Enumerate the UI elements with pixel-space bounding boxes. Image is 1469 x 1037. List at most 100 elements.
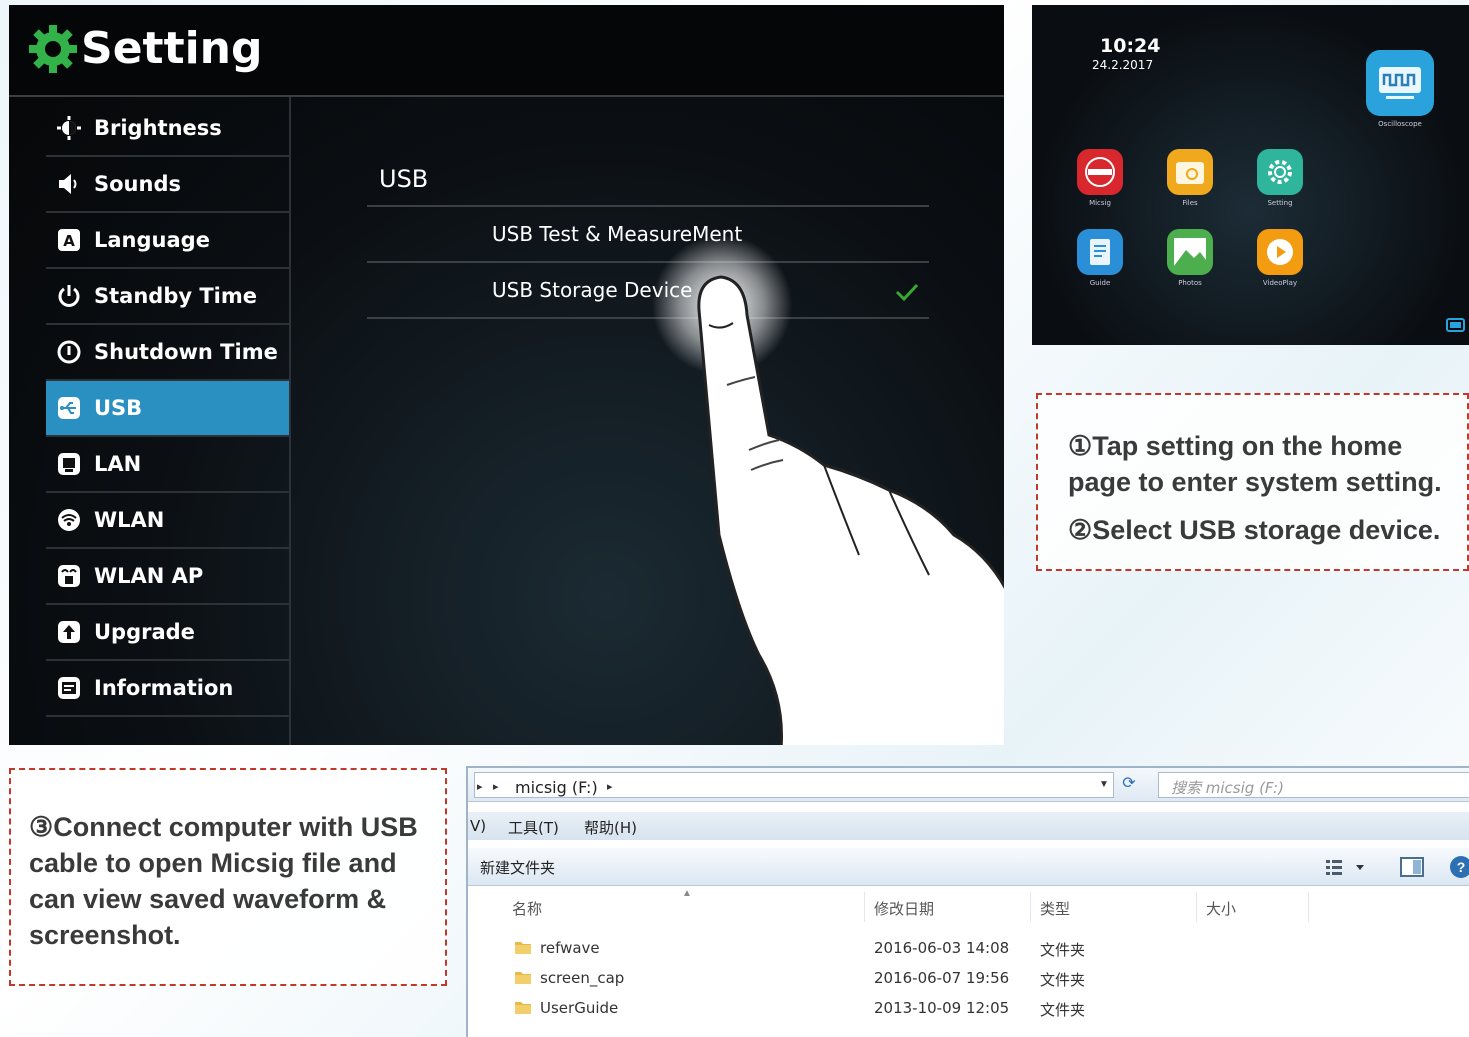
column-separator[interactable] xyxy=(864,892,865,922)
menu-item-information[interactable]: Information xyxy=(46,661,290,717)
menu-item-usb[interactable]: USB xyxy=(46,381,290,437)
file-name: UserGuide xyxy=(540,999,619,1017)
column-modified[interactable]: 修改日期 xyxy=(874,898,934,919)
chevron-down-icon[interactable]: ▼ xyxy=(1099,779,1109,790)
app-videoplay[interactable]: VideoPlay xyxy=(1250,229,1310,287)
power-icon xyxy=(58,285,80,307)
chevron-right-icon[interactable]: ▸ xyxy=(607,780,613,793)
toolbar: 新建文件夹 ? xyxy=(468,848,1469,886)
menu-label: Shutdown Time xyxy=(94,340,278,364)
menu-item-standby-time[interactable]: Standby Time xyxy=(46,269,290,325)
help-icon[interactable]: ? xyxy=(1450,856,1469,878)
speaker-icon xyxy=(59,174,77,194)
menu-label: WLAN AP xyxy=(94,564,204,588)
app-label: Guide xyxy=(1089,279,1111,287)
menu-item-shutdown-time[interactable]: Shutdown Time xyxy=(46,325,290,381)
refresh-icon[interactable]: ⟳ xyxy=(1116,772,1142,798)
instruction-box-step-3: ③Connect computer with USB cable to open… xyxy=(9,768,447,986)
file-type: 文件夹 xyxy=(1040,1001,1086,1019)
divider xyxy=(289,97,291,745)
instruction-step2: ②Select USB storage device. xyxy=(1068,515,1441,545)
clock-date: 24.2.2017 xyxy=(1092,58,1154,72)
guide-icon xyxy=(1077,229,1123,275)
app-oscilloscope[interactable]: Oscilloscope xyxy=(1362,50,1438,128)
menu-item-sounds[interactable]: Sounds xyxy=(46,157,290,213)
menu-view[interactable]: V) xyxy=(470,817,486,835)
app-files[interactable]: Files xyxy=(1160,149,1220,207)
gear-icon xyxy=(29,25,77,73)
menu-item-language[interactable]: A Language xyxy=(46,213,290,269)
menu-label: WLAN xyxy=(94,508,165,532)
play-icon xyxy=(1257,229,1303,275)
app-label: Setting xyxy=(1267,199,1293,207)
menu-label: Standby Time xyxy=(94,284,257,308)
menu-item-upgrade[interactable]: Upgrade xyxy=(46,605,290,661)
search-input[interactable]: 搜索 micsig (F:) xyxy=(1158,772,1469,798)
file-modified: 2016-06-03 14:08 xyxy=(874,939,1010,957)
column-type[interactable]: 类型 xyxy=(1040,898,1070,919)
pointing-hand-illustration xyxy=(652,235,1004,745)
divider xyxy=(367,205,929,207)
menu-label: Brightness xyxy=(94,116,222,140)
lan-icon xyxy=(58,453,80,475)
usb-icon xyxy=(58,397,80,419)
page-title: Setting xyxy=(81,23,263,74)
new-folder-button[interactable]: 新建文件夹 xyxy=(480,857,555,878)
preview-pane-icon[interactable] xyxy=(1400,857,1424,877)
menu-label: Sounds xyxy=(94,172,181,196)
home-screen: 10:24 24.2.2017 Oscilloscope Micsig File… xyxy=(1032,5,1469,345)
upgrade-icon xyxy=(58,621,80,643)
language-icon: A xyxy=(58,229,80,251)
brightness-icon xyxy=(57,116,81,140)
folder-icon xyxy=(515,972,531,984)
wlan-ap-icon xyxy=(58,565,80,587)
menu-item-brightness[interactable]: Brightness xyxy=(46,101,290,157)
column-size[interactable]: 大小 xyxy=(1206,898,1236,919)
file-name: screen_cap xyxy=(540,969,625,987)
menu-item-lan[interactable]: LAN xyxy=(46,437,290,493)
app-label: Files xyxy=(1182,199,1198,207)
file-row[interactable]: UserGuide 2013-10-09 12:05 文件夹 xyxy=(468,994,1469,1024)
app-label: Micsig xyxy=(1089,199,1111,207)
column-separator[interactable] xyxy=(1196,892,1197,922)
app-photos[interactable]: Photos xyxy=(1160,229,1220,287)
menu-tools[interactable]: 工具(T) xyxy=(508,817,559,838)
usb-section-title: USB xyxy=(379,165,429,193)
information-icon xyxy=(58,677,80,699)
file-row[interactable]: refwave 2016-06-03 14:08 文件夹 xyxy=(468,934,1469,964)
menu-item-wlan-ap[interactable]: WLAN AP xyxy=(46,549,290,605)
view-options-icon[interactable] xyxy=(1324,857,1368,877)
chevron-right-icon: ▸ xyxy=(493,781,499,793)
instruction-step1-line1: ①Tap setting on the home xyxy=(1068,431,1403,461)
file-type: 文件夹 xyxy=(1040,941,1086,959)
column-separator[interactable] xyxy=(1030,892,1031,922)
app-setting[interactable]: Setting xyxy=(1250,149,1310,207)
oscilloscope-icon xyxy=(1366,50,1434,116)
column-separator[interactable] xyxy=(1308,892,1309,922)
app-micsig[interactable]: Micsig xyxy=(1070,149,1130,207)
app-guide[interactable]: Guide xyxy=(1070,229,1130,287)
file-row[interactable]: screen_cap 2016-06-07 19:56 文件夹 xyxy=(468,964,1469,994)
search-placeholder: 搜索 micsig (F:) xyxy=(1171,779,1284,797)
setting-screen: Setting Brightness Sounds A Language Sta… xyxy=(9,5,1004,745)
menu-help[interactable]: 帮助(H) xyxy=(584,817,637,838)
menu-label: Upgrade xyxy=(94,620,195,644)
chevron-right-icon: ▸ xyxy=(477,781,483,793)
setting-header: Setting xyxy=(9,5,1004,97)
sort-arrow-icon: ▲ xyxy=(682,888,692,899)
files-icon xyxy=(1167,149,1213,195)
address-field[interactable]: ▸ ▸ micsig (F:) ▸ ▼ xyxy=(474,772,1114,798)
app-label: Photos xyxy=(1178,279,1202,287)
clock-time: 10:24 xyxy=(1100,35,1161,57)
folder-icon xyxy=(515,1002,531,1014)
file-explorer-window: ▸ ▸ micsig (F:) ▸ ▼ ⟳ 搜索 micsig (F:) V) … xyxy=(466,766,1469,1037)
menu-label: Language xyxy=(94,228,210,252)
file-type: 文件夹 xyxy=(1040,971,1086,989)
settings-menu: Brightness Sounds A Language Standby Tim… xyxy=(46,101,290,717)
menu-item-wlan[interactable]: WLAN xyxy=(46,493,290,549)
folder-icon xyxy=(515,942,531,954)
instruction-step1-line2: page to enter system setting. xyxy=(1068,467,1442,497)
file-name: refwave xyxy=(540,939,600,957)
column-name[interactable]: 名称 xyxy=(512,898,542,919)
shutdown-icon xyxy=(57,340,81,364)
